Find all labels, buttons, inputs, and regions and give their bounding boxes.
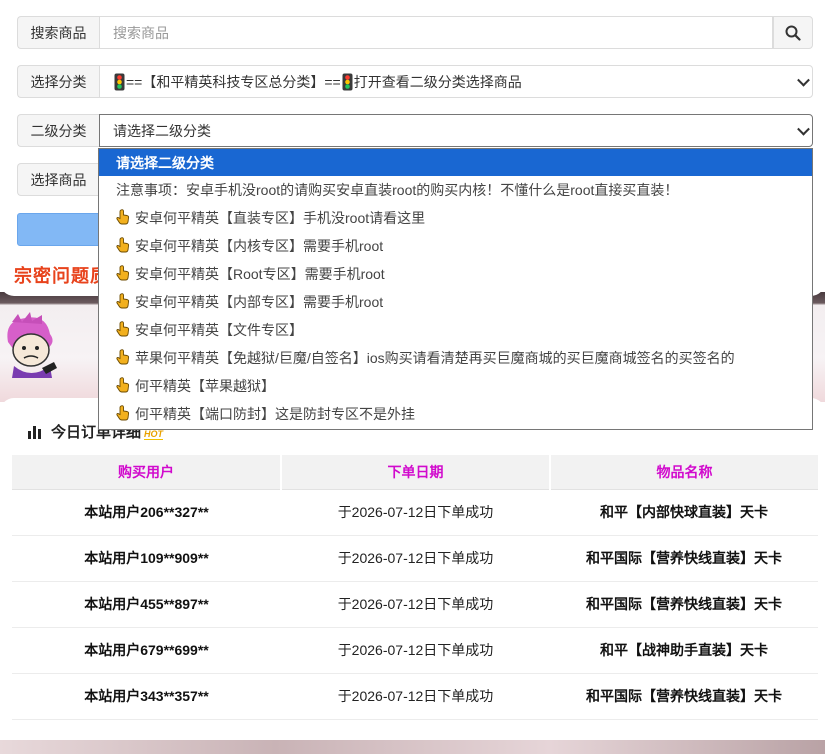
category-value-suffix: 打开查看二级分类选择商品 [353,73,522,90]
order-date: 于2026-07-12日下单成功 [281,581,550,628]
order-user: 本站用户455**897** [12,581,281,628]
column-header-user: 购买用户 [12,455,282,490]
search-placeholder: 搜索商品 [113,24,169,41]
dropdown-option[interactable]: 安卓何平精英【内部专区】需要手机root [99,288,812,316]
dropdown-option-label: 注意事项：安卓手机没root的请购买安卓直装root的购买内核！不懂什么是roo… [116,182,679,198]
dropdown-option[interactable]: 请选择二级分类 [99,149,812,176]
order-user: 本站用户343**357** [12,673,281,720]
order-date: 于2026-07-12日下单成功 [281,627,550,674]
order-item: 和平国际【营养快线直装】天卡 [550,673,818,720]
bar-chart-icon [28,425,41,439]
search-label: 搜索商品 [17,16,99,49]
chevron-down-icon [797,73,810,87]
background-bottom-strip [0,738,825,754]
dropdown-option[interactable]: 安卓何平精英【文件专区】 [99,316,812,344]
dropdown-option-label: 安卓何平精英【文件专区】 [135,322,303,338]
hand-pointer-icon [115,376,131,396]
orders-table: 购买用户 下单日期 物品名称 本站用户206**327** 于2026-07-1… [12,455,818,720]
search-row: 搜索商品 搜索商品 [17,16,813,49]
table-row: 本站用户109**909** 于2026-07-12日下单成功 和平国际【营养快… [12,535,818,582]
dropdown-option[interactable]: 安卓何平精英【内核专区】需要手机root [99,232,812,260]
table-row: 本站用户679**699** 于2026-07-12日下单成功 和平【战神助手直… [12,627,818,674]
order-item: 和平【内部快球直装】天卡 [550,489,818,536]
order-user: 本站用户679**699** [12,627,281,674]
subcategory-row: 二级分类 请选择二级分类 [17,114,813,147]
notice-ticker: 宗密问题质 [14,266,104,286]
category-select[interactable]: ==【和平精英科技专区总分类】== 打开查看二级分类选择商品 [99,65,813,98]
category-row: 选择分类 ==【和平精英科技专区总分类】== 打开查看二级分类选择商品 [17,65,813,98]
subcategory-value: 请选择二级分类 [113,122,211,139]
hand-pointer-icon [115,236,131,256]
dropdown-option-label: 何平精英【端口防封】这是防封专区不是外挂 [135,406,415,422]
dropdown-option[interactable]: 何平精英【苹果越狱】 [99,372,812,400]
subcategory-select[interactable]: 请选择二级分类 [99,114,813,147]
order-item: 和平国际【营养快线直装】天卡 [550,535,818,582]
hot-badge: HOT [144,429,164,440]
order-user: 本站用户206**327** [12,489,281,536]
traffic-light-icon [114,73,125,90]
product-label: 选择商品 [17,163,99,196]
dropdown-option-label: 请选择二级分类 [116,154,214,171]
category-value-prefix: ==【和平精英科技专区总分类】== [126,73,341,90]
hand-pointer-icon [115,320,131,340]
dropdown-option-label: 安卓何平精英【Root专区】需要手机root [135,266,385,282]
dropdown-option-label: 安卓何平精英【内部专区】需要手机root [135,294,384,310]
chevron-down-icon [797,122,810,136]
subcategory-dropdown-list[interactable]: 请选择二级分类注意事项：安卓手机没root的请购买安卓直装root的购买内核！不… [98,148,813,430]
table-row: 本站用户206**327** 于2026-07-12日下单成功 和平【内部快球直… [12,489,818,536]
table-row: 本站用户343**357** 于2026-07-12日下单成功 和平国际【营养快… [12,673,818,720]
order-user: 本站用户109**909** [12,535,281,582]
order-date: 于2026-07-12日下单成功 [281,489,550,536]
dropdown-option[interactable]: 注意事项：安卓手机没root的请购买安卓直装root的购买内核！不懂什么是roo… [99,176,812,204]
table-header-row: 购买用户 下单日期 物品名称 [12,455,818,490]
column-header-item: 物品名称 [550,455,818,490]
dropdown-option[interactable]: 何平精英【端口防封】这是防封专区不是外挂 [99,400,812,428]
order-item: 和平国际【营养快线直装】天卡 [550,581,818,628]
hand-pointer-icon [115,208,131,228]
dropdown-option-label: 何平精英【苹果越狱】 [135,378,275,394]
dropdown-option[interactable]: 安卓何平精英【直装专区】手机没root请看这里 [99,204,812,232]
dropdown-option[interactable]: 苹果何平精英【免越狱/巨魔/自签名】ios购买请看清楚再买巨魔商城的买巨魔商城签… [99,344,812,372]
submit-button[interactable] [17,213,107,246]
table-row: 本站用户455**897** 于2026-07-12日下单成功 和平国际【营养快… [12,581,818,628]
hand-pointer-icon [115,348,131,368]
search-icon [785,25,801,41]
dropdown-option-label: 安卓何平精英【内核专区】需要手机root [135,238,384,254]
category-label: 选择分类 [17,65,99,98]
hand-pointer-icon [115,264,131,284]
hand-pointer-icon [115,292,131,312]
search-input[interactable]: 搜索商品 [99,16,773,49]
search-button[interactable] [773,16,813,49]
subcategory-label: 二级分类 [17,114,99,147]
dropdown-option-label: 安卓何平精英【直装专区】手机没root请看这里 [135,210,426,226]
order-item: 和平【战神助手直装】天卡 [550,627,818,674]
hand-pointer-icon [115,404,131,424]
column-header-date: 下单日期 [281,455,551,490]
order-date: 于2026-07-12日下单成功 [281,673,550,720]
dropdown-option-label: 苹果何平精英【免越狱/巨魔/自签名】ios购买请看清楚再买巨魔商城的买巨魔商城签… [135,350,735,366]
dropdown-option[interactable]: 安卓何平精英【Root专区】需要手机root [99,260,812,288]
cartoon-avatar [7,312,57,378]
order-date: 于2026-07-12日下单成功 [281,535,550,582]
traffic-light-icon [342,73,353,90]
